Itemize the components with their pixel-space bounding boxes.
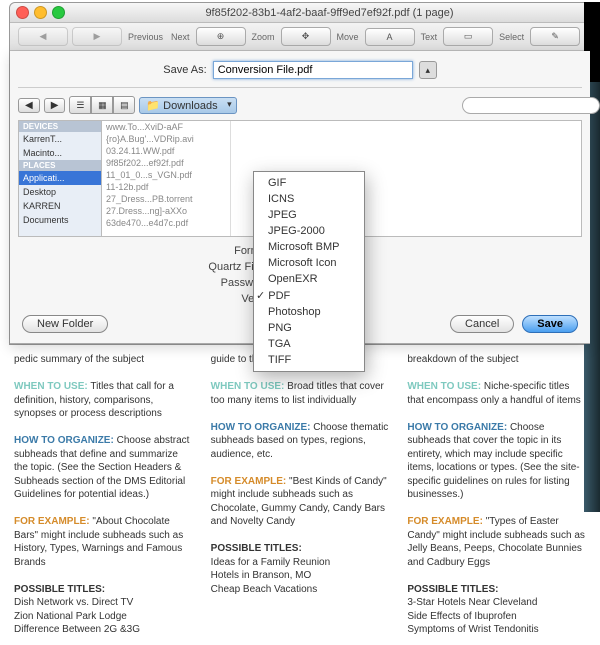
save-sheet: Save As: ▴ ◀ ▶ ☰▦▤ 📁 Downloads DEVICES K… [10,51,590,344]
format-option[interactable]: JPEG [254,207,364,223]
zoom-button[interactable]: ⊕ [196,27,246,46]
newfolder-button[interactable]: New Folder [22,315,108,333]
format-menu[interactable]: GIFICNSJPEGJPEG-2000Microsoft BMPMicroso… [253,171,365,372]
devices-header: DEVICES [19,121,101,132]
format-option[interactable]: Microsoft Icon [254,255,364,271]
toolbar: ◀ ▶ Previous Next ⊕ Zoom ✥ Move A Text ▭… [10,23,590,51]
next-button[interactable]: ▶ [72,27,122,46]
prev-button[interactable]: ◀ [18,27,68,46]
format-option[interactable]: Microsoft BMP [254,239,364,255]
back-button[interactable]: ◀ [18,98,40,113]
annotate-button[interactable]: ✎ [530,27,580,46]
text-button[interactable]: A [365,28,415,46]
zoom-icon[interactable] [52,6,65,19]
file-item[interactable]: 63de470...e4d7c.pdf [102,217,230,229]
cancel-button[interactable]: Cancel [450,315,514,333]
sidebar-item[interactable]: KarrenT... [19,132,101,146]
format-option[interactable]: ICNS [254,191,364,207]
sidebar-item[interactable]: Applicati... [19,171,101,185]
saveas-input[interactable] [213,61,413,79]
file-item[interactable]: 27.Dress...ng]-aXXo [102,205,230,217]
select-button[interactable]: ▭ [443,27,493,46]
disclose-button[interactable]: ▴ [419,61,437,79]
file-item[interactable]: 11-12b.pdf [102,181,230,193]
sheet-search[interactable] [462,97,600,114]
fwd-button[interactable]: ▶ [44,98,66,113]
minimize-icon[interactable] [34,6,47,19]
sidebar-item[interactable]: KARREN [19,199,101,213]
move-button[interactable]: ✥ [281,27,331,46]
titlebar: 9f85f202-83b1-4af2-baaf-9ff9ed7ef92f.pdf… [10,3,590,23]
saveas-label: Save As: [163,64,206,76]
window-title: 9f85f202-83b1-4af2-baaf-9ff9ed7ef92f.pdf… [75,7,584,19]
location-popup[interactable]: 📁 Downloads [139,97,236,114]
format-option[interactable]: PNG [254,320,364,336]
sidebar-item[interactable]: Documents [19,213,101,227]
format-option[interactable]: PDF [254,287,364,304]
file-item[interactable]: 11_01_0...s_VGN.pdf [102,169,230,181]
places-header: PLACES [19,160,101,171]
file-item[interactable]: www.To...XviD-aAF [102,121,230,133]
view-buttons[interactable]: ☰▦▤ [69,96,135,114]
format-option[interactable]: GIF [254,175,364,191]
save-button[interactable]: Save [522,315,578,333]
sidebar-item[interactable]: Macinto... [19,146,101,160]
format-option[interactable]: TGA [254,336,364,352]
format-option[interactable]: OpenEXR [254,271,364,287]
format-option[interactable]: Photoshop [254,304,364,320]
file-item[interactable]: 03.24.11.WW.pdf [102,145,230,157]
preview-window: 9f85f202-83b1-4af2-baaf-9ff9ed7ef92f.pdf… [9,2,591,345]
sidebar-item[interactable]: Desktop [19,185,101,199]
file-item[interactable]: 9f85f202...ef92f.pdf [102,157,230,169]
file-item[interactable]: 27_Dress...PB.torrent [102,193,230,205]
close-icon[interactable] [16,6,29,19]
format-option[interactable]: JPEG-2000 [254,223,364,239]
format-option[interactable]: TIFF [254,352,364,368]
file-item[interactable]: {ro}A.Bug'...VDRip.avi [102,133,230,145]
